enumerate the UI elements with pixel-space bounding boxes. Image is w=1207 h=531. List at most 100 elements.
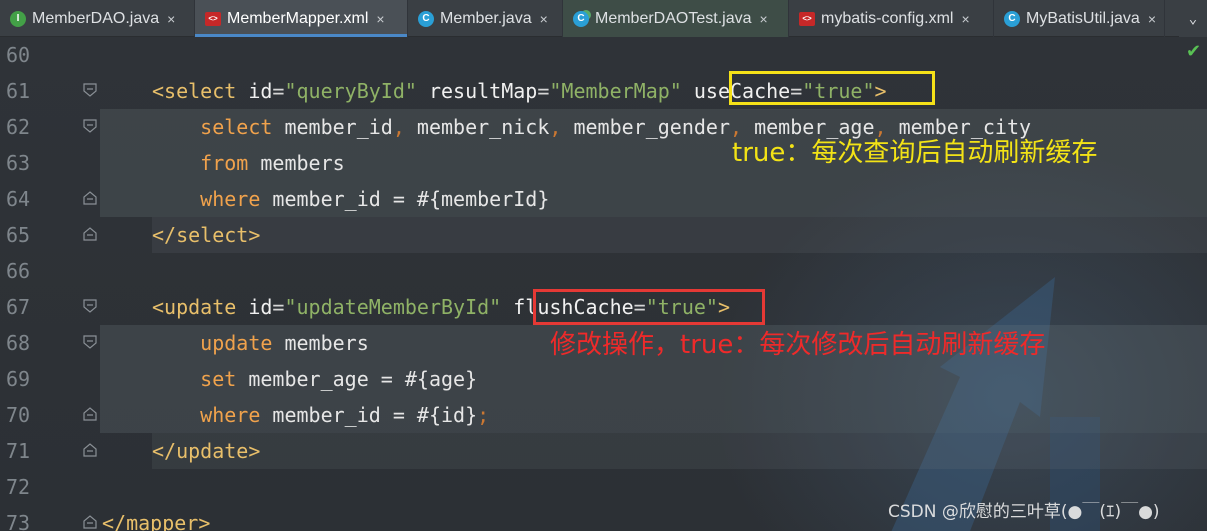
- fold-close-icon[interactable]: [83, 407, 97, 421]
- tab-label: MemberDAOTest.java: [595, 9, 752, 27]
- line-number: 65: [6, 223, 31, 247]
- code-editor[interactable]: 60 61 <select id="queryById" resultMap="Me…: [0, 37, 1207, 531]
- code-token: member_city: [886, 115, 1032, 139]
- close-icon[interactable]: ×: [376, 11, 384, 27]
- inspection-ok-check-icon[interactable]: ✔: [1186, 41, 1201, 62]
- usecache-annotation: true：每次查询后自动刷新缓存: [732, 138, 1098, 168]
- code-token: where: [152, 187, 261, 211]
- code-token: update: [152, 331, 273, 355]
- code-token: </update>: [152, 439, 261, 463]
- code-token: id: [248, 79, 273, 103]
- code-token: members: [248, 151, 345, 175]
- code-token: ,: [392, 115, 405, 139]
- fold-open-icon[interactable]: [83, 83, 97, 97]
- tab-mybatisutil-java[interactable]: C MyBatisUtil.java ×: [994, 0, 1165, 37]
- tab-memberdaotest-java[interactable]: C MemberDAOTest.java ×: [563, 0, 789, 37]
- line-number: 61: [6, 79, 31, 103]
- tab-overflow-chevron-icon[interactable]: ⌄: [1179, 0, 1207, 37]
- code-line[interactable]: 71 </update>: [0, 433, 1207, 469]
- line-number: 70: [6, 403, 31, 427]
- code-token: =: [537, 79, 550, 103]
- code-line[interactable]: 69 set member_age = #{age}: [0, 361, 1207, 397]
- line-number: 62: [6, 115, 31, 139]
- code-token: member_id = #{id}: [260, 403, 478, 427]
- code-line[interactable]: 64 where member_id = #{memberId}: [0, 181, 1207, 217]
- tab-member-java[interactable]: C Member.java ×: [408, 0, 563, 37]
- close-icon[interactable]: ×: [760, 11, 768, 27]
- fold-open-icon[interactable]: [83, 119, 97, 133]
- fold-open-icon[interactable]: [83, 299, 97, 313]
- line-number: 72: [6, 475, 31, 499]
- code-token: from: [152, 151, 249, 175]
- class-icon: C: [1004, 10, 1020, 27]
- code-token: where: [152, 403, 261, 427]
- code-token: ;: [477, 403, 490, 427]
- tab-membermapper-xml[interactable]: <> MemberMapper.xml ×: [195, 0, 408, 37]
- code-line[interactable]: 66: [0, 253, 1207, 289]
- code-token: member_age: [742, 115, 875, 139]
- code-text: </select>: [152, 217, 260, 253]
- line-number: 67: [6, 295, 31, 319]
- code-token: member_nick: [404, 115, 550, 139]
- line-number: 60: [6, 43, 31, 67]
- xml-file-icon: <>: [799, 11, 815, 26]
- code-token: member_id = #{memberId}: [260, 187, 550, 211]
- tab-memberdao-java[interactable]: I MemberDAO.java ×: [0, 0, 195, 37]
- tab-mybatis-config-xml[interactable]: <> mybatis-config.xml ×: [789, 0, 994, 37]
- line-number: 69: [6, 367, 31, 391]
- code-token: resultMap: [416, 79, 538, 103]
- close-icon[interactable]: ×: [1148, 11, 1156, 27]
- code-text: where member_id = #{memberId}: [152, 181, 549, 217]
- fold-close-icon[interactable]: [83, 191, 97, 205]
- code-token: ,: [874, 115, 887, 139]
- code-text: </mapper>: [102, 505, 210, 531]
- code-token: member_id: [272, 115, 393, 139]
- close-icon[interactable]: ×: [167, 11, 175, 27]
- close-icon[interactable]: ×: [961, 11, 969, 27]
- code-token: =: [272, 79, 285, 103]
- code-token: <select: [152, 79, 249, 103]
- tab-label: MemberMapper.xml: [227, 9, 369, 27]
- line-number: 64: [6, 187, 31, 211]
- code-token: </select>: [152, 223, 261, 247]
- code-token: </mapper>: [102, 511, 211, 531]
- code-line[interactable]: 61 <select id="queryById" resultMap="Memb…: [0, 73, 1207, 109]
- code-token: "updateMemberById": [284, 295, 502, 319]
- code-text: from members: [152, 145, 345, 181]
- code-line[interactable]: 60: [0, 37, 1207, 73]
- flushcache-annotation: 修改操作，true：每次修改后自动刷新缓存: [550, 330, 1046, 360]
- close-icon[interactable]: ×: [540, 11, 548, 27]
- code-text: update members: [152, 325, 369, 361]
- code-token: members: [272, 331, 369, 355]
- code-text: set member_age = #{age}: [152, 361, 477, 397]
- line-number: 66: [6, 259, 31, 283]
- line-number: 71: [6, 439, 31, 463]
- code-token: <update: [152, 295, 249, 319]
- tab-label: MyBatisUtil.java: [1026, 9, 1140, 27]
- fold-close-icon[interactable]: [83, 227, 97, 241]
- code-token: ,: [730, 115, 743, 139]
- fold-close-icon[interactable]: [83, 443, 97, 457]
- flushcache-highlight-box: [533, 289, 765, 325]
- line-number: 73: [6, 511, 31, 531]
- code-token: set: [152, 367, 237, 391]
- xml-file-icon: <>: [205, 11, 221, 26]
- code-token: "queryById": [284, 79, 417, 103]
- editor-tab-bar: I MemberDAO.java × <> MemberMapper.xml × C Memb…: [0, 0, 1207, 37]
- class-icon: C: [418, 10, 434, 27]
- code-token: =: [272, 295, 285, 319]
- line-number: 63: [6, 151, 31, 175]
- code-line[interactable]: 65 </select>: [0, 217, 1207, 253]
- code-token: select: [152, 115, 273, 139]
- code-text: where member_id = #{id};: [152, 397, 489, 433]
- code-token: member_age = #{age}: [236, 367, 478, 391]
- fold-open-icon[interactable]: [83, 335, 97, 349]
- interface-icon: I: [10, 10, 26, 27]
- usecache-highlight-box: [729, 71, 935, 105]
- code-token: member_gender: [561, 115, 731, 139]
- fold-close-icon[interactable]: [83, 515, 97, 529]
- csdn-watermark: CSDN @欣慰的三叶草(●￣(ｴ)￣●): [888, 502, 1160, 522]
- code-text: </update>: [152, 433, 260, 469]
- code-line[interactable]: 70 where member_id = #{id};: [0, 397, 1207, 433]
- code-token: ,: [549, 115, 562, 139]
